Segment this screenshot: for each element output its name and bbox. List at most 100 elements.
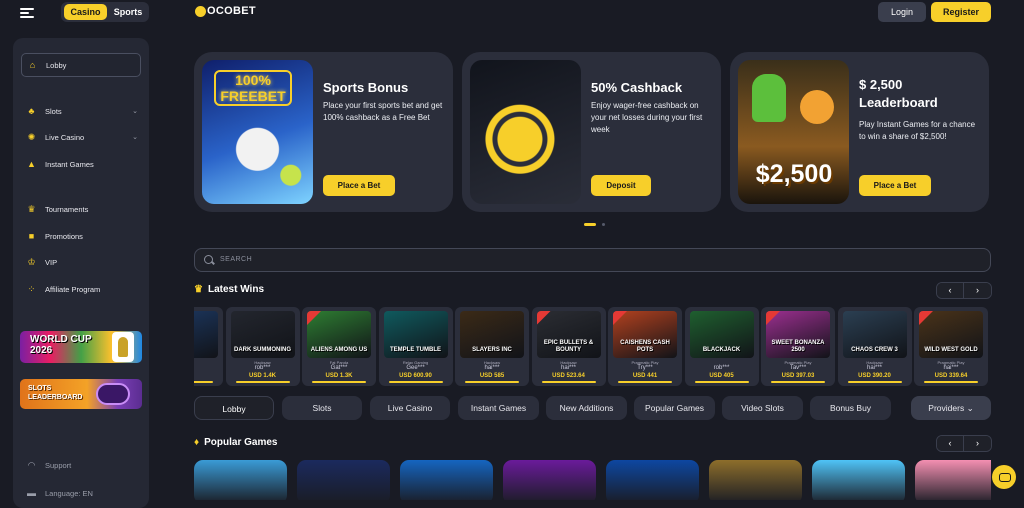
- win-card[interactable]: ALIENS AMONG US Fat Panda Gat*** USD 1.3K: [302, 307, 376, 386]
- win-bar: [694, 381, 749, 383]
- tab-sports[interactable]: Sports: [109, 4, 147, 20]
- game-tile[interactable]: [606, 460, 699, 500]
- carousel-dot[interactable]: [602, 223, 605, 226]
- win-card[interactable]: SE: [194, 307, 223, 386]
- game-tile[interactable]: [297, 460, 390, 500]
- chevron-down-icon[interactable]: ⌄: [132, 133, 138, 141]
- leaderboard-prize-label: $2,500: [755, 160, 833, 188]
- game-tile[interactable]: [812, 460, 905, 500]
- rocket-icon: ▲: [27, 158, 36, 169]
- promo-title: Sports Bonus: [323, 80, 409, 95]
- promo-card-sports-bonus[interactable]: 100% FREEBET Sports Bonus Place your fir…: [194, 52, 453, 212]
- chat-icon[interactable]: [992, 465, 1016, 489]
- promo-card-cashback[interactable]: 50% Cashback Enjoy wager-free cashback o…: [462, 52, 721, 212]
- sidebar-item-label: Affiliate Program: [45, 284, 101, 294]
- category-tab-popular-games[interactable]: Popular Games: [634, 396, 715, 420]
- chevron-down-icon[interactable]: ⌄: [132, 107, 138, 115]
- category-tab-bonus-buy[interactable]: Bonus Buy: [810, 396, 891, 420]
- promo-title: $ 2,500 Leaderboard: [859, 77, 938, 110]
- win-card[interactable]: DARK SUMMONING Hacksaw rob*** USD 1.4K: [225, 307, 300, 386]
- sidebar-item-tournaments[interactable]: ♛ Tournaments: [21, 197, 141, 221]
- logo[interactable]: OCOBET: [195, 5, 256, 17]
- promo-text: Play Instant Games for a chance to win a…: [859, 120, 976, 141]
- promo-card-leaderboard[interactable]: $2,500 $ 2,500 Leaderboard Play Instant …: [730, 52, 989, 212]
- game-tile[interactable]: [915, 460, 991, 500]
- carousel-dot-active[interactable]: [584, 223, 596, 226]
- category-tab-live-casino[interactable]: Live Casino: [370, 396, 450, 420]
- game-title: SLAYERS INC: [472, 347, 512, 353]
- sidebar-item-promotions[interactable]: ■ Promotions: [21, 224, 141, 248]
- win-amount: USD 523.64: [552, 373, 585, 379]
- sidebar-item-affiliate-program[interactable]: ⁘ Affiliate Program: [21, 277, 141, 301]
- search-bar[interactable]: SEARCH: [194, 248, 991, 272]
- game-tile[interactable]: [503, 460, 596, 500]
- sidebar-item-support[interactable]: ◠ Support: [21, 453, 141, 477]
- category-tab-instant-games[interactable]: Instant Games: [458, 396, 539, 420]
- new-badge: [766, 311, 780, 325]
- win-user: Try***: [637, 365, 653, 371]
- sidebar-item-vip[interactable]: ♔ VIP: [21, 250, 141, 274]
- category-tab-label: Lobby: [222, 404, 246, 414]
- win-card[interactable]: BLACKJACK rob*** USD 405: [684, 307, 759, 386]
- win-card[interactable]: SWEET BONANZA 2500 Pragmatic Play Tav*** US…: [761, 307, 835, 386]
- game-title: DARK SUMMONING: [234, 347, 291, 353]
- category-tab-lobby[interactable]: Lobby: [194, 396, 274, 420]
- sidebar-item-lobby[interactable]: ⌂ Lobby: [21, 53, 141, 77]
- flame-icon: ♦: [194, 437, 200, 448]
- sidebar-item-label: VIP: [45, 257, 58, 267]
- sidebar-item-instant-games[interactable]: ▲ Instant Games: [21, 152, 141, 176]
- providers-dropdown[interactable]: Providers ⌄: [911, 396, 991, 420]
- home-icon: ⌂: [29, 59, 36, 70]
- win-user: hai***: [943, 365, 959, 371]
- sidebar-item-label: Instant Games: [45, 159, 94, 169]
- next-arrow-icon[interactable]: ›: [964, 283, 991, 298]
- popular-games-heading: ♦ Popular Games: [194, 437, 278, 448]
- new-badge: [613, 311, 627, 325]
- popular-games-nav: ‹ ›: [936, 435, 992, 452]
- game-tile[interactable]: [400, 460, 493, 500]
- win-card[interactable]: EPIC BULLETS & BOUNTY Hacksaw hai*** USD 52…: [531, 307, 606, 386]
- sidebar-item-slots[interactable]: ♣ Slots ⌄: [21, 99, 141, 123]
- prev-arrow-icon[interactable]: ‹: [937, 283, 964, 298]
- game-title: SE: [194, 347, 218, 354]
- win-card[interactable]: SLAYERS INC Hacksaw hai*** USD 585: [455, 307, 529, 386]
- new-badge: [919, 311, 933, 325]
- search-input[interactable]: SEARCH: [220, 256, 252, 263]
- category-tab-video-slots[interactable]: Video Slots: [722, 396, 803, 420]
- tab-casino[interactable]: Casino: [64, 4, 107, 20]
- next-arrow-icon[interactable]: ›: [964, 436, 991, 451]
- win-bar: [771, 381, 825, 383]
- win-card[interactable]: WILD WEST GOLD Pragmatic Play hai*** USD 33…: [914, 307, 988, 386]
- slots-leaderboard-promo-banner[interactable]: SLOTS LEADERBOARD: [20, 379, 142, 409]
- win-user: hai***: [560, 365, 576, 371]
- sidebar-item-label: Tournaments: [45, 204, 89, 214]
- win-bar: [235, 381, 290, 383]
- promo-text: Enjoy wager-free cashback on your net lo…: [591, 101, 703, 134]
- sidebar-item-live-casino[interactable]: ✺ Live Casino ⌄: [21, 125, 141, 149]
- world-cup-promo-banner[interactable]: WORLD CUP 2026: [20, 331, 142, 363]
- game-thumbnail: WILD WEST GOLD: [919, 311, 983, 358]
- win-user: rob***: [254, 365, 271, 371]
- game-tile[interactable]: [194, 460, 287, 500]
- deposit-button[interactable]: Deposit: [591, 175, 651, 196]
- promo-text: Place your first sports bet and get 100%…: [323, 101, 443, 122]
- menu-icon[interactable]: [20, 6, 34, 20]
- prev-arrow-icon[interactable]: ‹: [937, 436, 964, 451]
- game-tile[interactable]: [709, 460, 802, 500]
- win-card[interactable]: TEMPLE TUMBLE Relax Gaming Gee*** USD 600.9…: [378, 307, 453, 386]
- category-tab-slots[interactable]: Slots: [282, 396, 362, 420]
- win-card[interactable]: CHAOS CREW 3 Hacksaw hai*** USD 390.20: [837, 307, 912, 386]
- promo-title: 50% Cashback: [591, 80, 683, 95]
- game-title: WILD WEST GOLD: [924, 347, 978, 353]
- win-bar: [194, 381, 213, 383]
- category-tab-new-additions[interactable]: New Additions: [546, 396, 627, 420]
- register-button[interactable]: Register: [931, 2, 991, 22]
- category-tab-label: Slots: [312, 403, 332, 413]
- login-button[interactable]: Login: [878, 2, 926, 22]
- sidebar: ⌂ Lobby ♣ Slots ⌄ ✺ Live Casino ⌄ ▲ Instant Ga…: [13, 38, 149, 508]
- place-bet-button[interactable]: Place a Bet: [859, 175, 931, 196]
- place-bet-button[interactable]: Place a Bet: [323, 175, 395, 196]
- sidebar-item-language[interactable]: ▬ Language: EN: [21, 481, 141, 505]
- win-card[interactable]: CAISHENS CASH POTS Pragmatic Play Try*** US…: [608, 307, 682, 386]
- win-amount: USD 600.90: [399, 373, 432, 379]
